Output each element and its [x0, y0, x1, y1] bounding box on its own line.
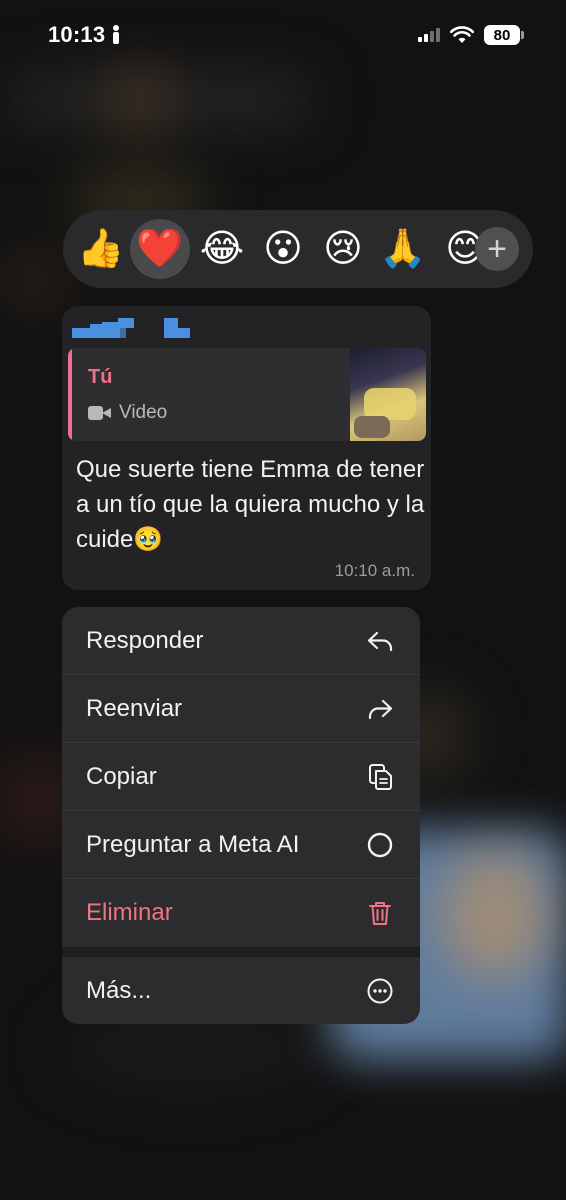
- message-text: Que suerte tiene Emma de tener a un tío …: [76, 456, 425, 553]
- menu-item-delete[interactable]: Eliminar: [62, 879, 420, 947]
- reaction-praying[interactable]: 🙏: [373, 219, 433, 279]
- menu-item-label: Eliminar: [86, 899, 173, 926]
- more-icon: [364, 975, 396, 1007]
- menu-item-copy[interactable]: Copiar: [62, 743, 420, 811]
- status-indicators: 80: [418, 25, 524, 45]
- battery-level: 80: [493, 26, 511, 44]
- reaction-heart[interactable]: ❤️: [130, 219, 190, 279]
- copy-icon: [364, 761, 396, 793]
- more-reactions-button[interactable]: +: [475, 227, 519, 271]
- message-timestamp: 10:10 a.m.: [334, 561, 415, 580]
- reaction-crying[interactable]: 😢: [313, 219, 373, 279]
- wifi-icon: [450, 26, 474, 43]
- battery-indicator: 80: [484, 25, 524, 45]
- pixelated-sender-name: [72, 314, 202, 340]
- quoted-message[interactable]: Tú Video: [68, 348, 426, 441]
- status-time: 10:13: [48, 22, 106, 47]
- menu-item-label: Preguntar a Meta AI: [86, 830, 300, 858]
- menu-item-label: Reenviar: [86, 694, 183, 722]
- video-camera-icon: [88, 406, 112, 420]
- menu-separator: [62, 947, 420, 957]
- menu-item-label: Más...: [86, 977, 152, 1004]
- message-bubble[interactable]: Tú Video Que suerte tiene Emma de tener …: [62, 306, 431, 590]
- quote-accent-bar: [68, 348, 72, 441]
- quote-media-type: Video: [88, 402, 167, 424]
- menu-item-reply[interactable]: Responder: [62, 607, 420, 675]
- cellular-signal-icon: [418, 28, 440, 42]
- forward-icon: [364, 693, 396, 725]
- reaction-bar: 👍 ❤️ 😂 😮 😢 🙏 😊 +: [63, 210, 533, 288]
- reaction-thumbs-up[interactable]: 👍: [71, 219, 131, 279]
- quote-author: Tú: [88, 366, 113, 388]
- menu-item-more[interactable]: Más...: [62, 957, 420, 1024]
- menu-item-label: Copiar: [86, 762, 157, 790]
- status-bar: 10:13 80: [0, 0, 566, 70]
- trash-icon: [364, 897, 396, 929]
- reaction-laughing[interactable]: 😂: [192, 219, 252, 279]
- status-time-group: 10:13: [48, 22, 121, 48]
- message-context-menu: Responder Reenviar Copiar Preguntar a Me…: [62, 607, 420, 1024]
- quote-type-label: Video: [119, 402, 168, 423]
- meta-ai-icon: [364, 829, 396, 861]
- menu-item-forward[interactable]: Reenviar: [62, 675, 420, 743]
- person-icon: [111, 25, 121, 45]
- reply-icon: [364, 625, 396, 657]
- menu-item-ask-meta-ai[interactable]: Preguntar a Meta AI: [62, 811, 420, 879]
- menu-item-label: Responder: [86, 626, 204, 654]
- video-thumbnail: [350, 348, 426, 441]
- reaction-surprised[interactable]: 😮: [253, 219, 313, 279]
